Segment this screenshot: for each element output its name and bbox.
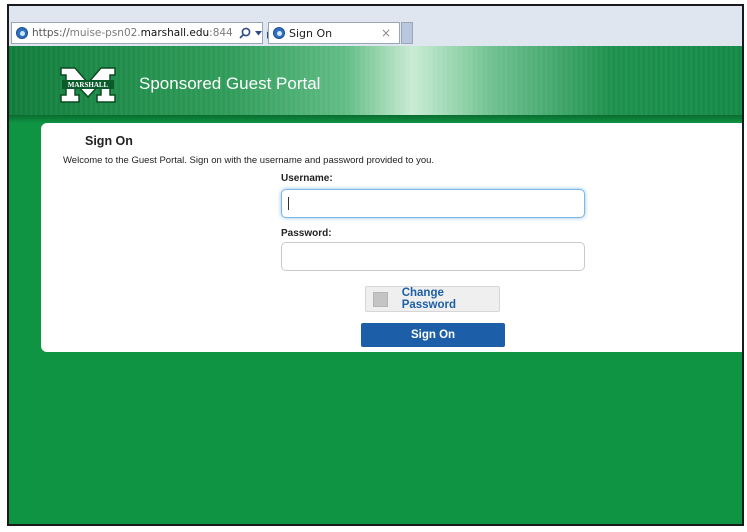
portal-title: Sponsored Guest Portal	[139, 74, 321, 93]
tab-label: Sign On	[289, 26, 333, 40]
username-input[interactable]	[281, 189, 585, 218]
svg-text:MARSHALL: MARSHALL	[68, 81, 109, 89]
header-banner: MARSHALL Sponsored Guest Portal	[9, 46, 742, 120]
dropdown-arrow-icon[interactable]	[254, 30, 262, 36]
change-password-button[interactable]: Change Password	[365, 286, 500, 312]
url-host: marshall.edu	[140, 27, 210, 39]
address-bar[interactable]: https://muise-psn02. marshall.edu:844	[11, 22, 291, 44]
text-caret	[288, 197, 289, 210]
url-port: :844	[209, 27, 233, 39]
page-heading: Sign On	[85, 134, 133, 148]
sign-on-card: Sign On Welcome to the Guest Portal. Sig…	[41, 123, 742, 352]
change-password-checkbox[interactable]	[373, 291, 388, 307]
password-label: Password:	[281, 228, 332, 239]
url-subdomain: muise-psn02.	[69, 27, 141, 39]
url-protocol: https://	[32, 27, 70, 39]
change-password-label: Change Password	[401, 287, 457, 311]
tab-sign-on[interactable]: Sign On ×	[268, 22, 400, 44]
tab-page-icon	[273, 27, 285, 39]
browser-page-icon	[16, 27, 28, 39]
browser-window: https://muise-psn02. marshall.edu:844 S…	[7, 4, 744, 526]
password-input[interactable]	[281, 242, 585, 271]
close-icon[interactable]: ×	[381, 26, 391, 40]
welcome-text: Welcome to the Guest Portal. Sign on wit…	[63, 155, 435, 166]
browser-toolbar: https://muise-psn02. marshall.edu:844 S…	[9, 6, 742, 46]
search-icon[interactable]	[239, 27, 251, 39]
new-tab-button[interactable]	[401, 22, 413, 44]
sign-on-button[interactable]: Sign On	[361, 323, 505, 347]
marshall-logo: MARSHALL	[60, 67, 116, 103]
username-label: Username:	[281, 173, 333, 184]
